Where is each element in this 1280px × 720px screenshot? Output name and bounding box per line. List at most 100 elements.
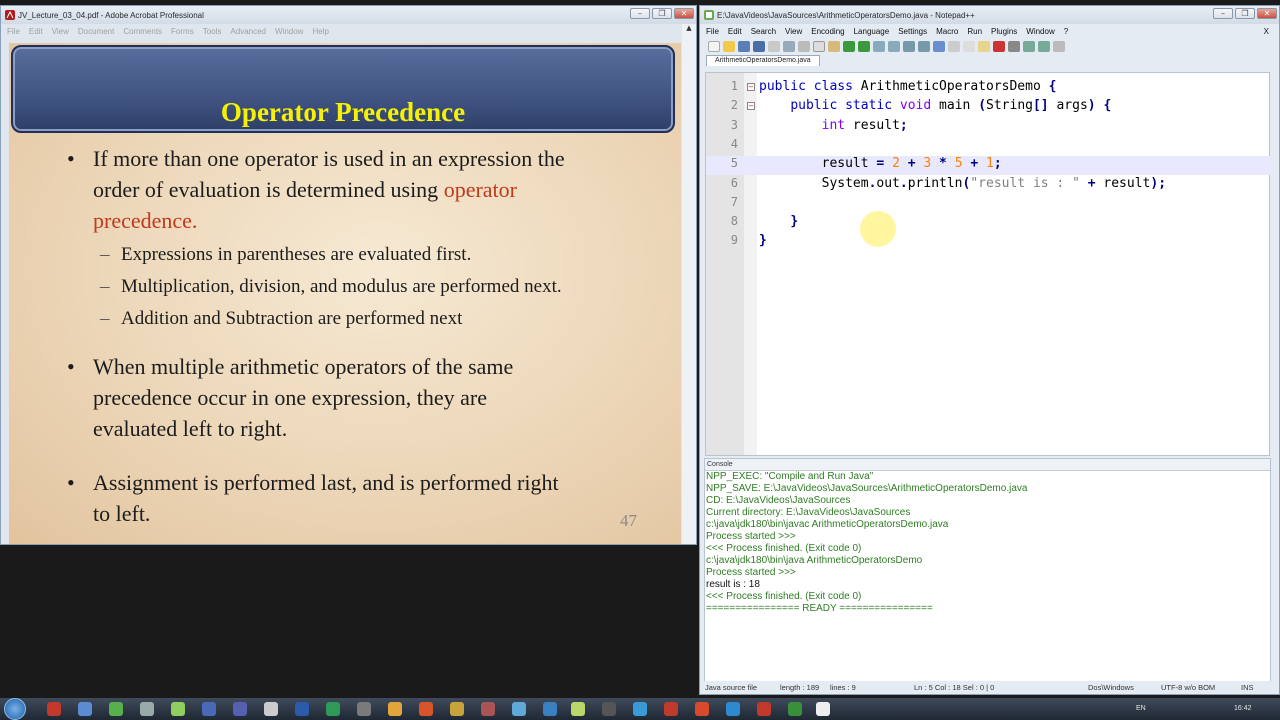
stop-macro-icon[interactable] bbox=[1008, 40, 1020, 52]
taskbar-app-icon[interactable] bbox=[140, 702, 154, 716]
sync-scroll-icon[interactable] bbox=[933, 40, 945, 52]
taskbar-app-icon[interactable] bbox=[233, 702, 247, 716]
code-line-5[interactable]: 5 result = 2 + 3 * 5 + 1; bbox=[706, 156, 1271, 176]
taskbar-app-icon[interactable] bbox=[788, 702, 802, 716]
code-line-6[interactable]: 6 System.out.println("result is : " + re… bbox=[706, 176, 1271, 195]
taskbar-app-icon[interactable] bbox=[202, 702, 216, 716]
language-indicator[interactable]: EN bbox=[1136, 705, 1146, 712]
print-icon[interactable] bbox=[783, 40, 795, 52]
menu-file[interactable]: File bbox=[706, 27, 719, 36]
close-file-icon[interactable] bbox=[768, 40, 780, 52]
menu-view[interactable]: View bbox=[52, 27, 69, 36]
close-button[interactable]: ✕ bbox=[674, 8, 694, 19]
taskbar-app-icon[interactable] bbox=[78, 702, 92, 716]
all-chars-icon[interactable] bbox=[963, 40, 975, 52]
menu-window[interactable]: Window bbox=[275, 27, 303, 36]
new-file-icon[interactable] bbox=[708, 40, 720, 52]
taskbar-app-icon[interactable] bbox=[602, 702, 616, 716]
notepadpp-taskbar-icon[interactable] bbox=[571, 702, 585, 716]
chrome-icon[interactable] bbox=[695, 702, 709, 716]
start-button[interactable] bbox=[4, 698, 26, 720]
taskbar-app-icon[interactable] bbox=[512, 702, 526, 716]
menu-document[interactable]: Document bbox=[78, 27, 114, 36]
cut-icon[interactable] bbox=[798, 40, 810, 52]
taskbar-app-icon[interactable] bbox=[543, 702, 557, 716]
cmd-icon[interactable] bbox=[816, 702, 830, 716]
fold-collapse-icon[interactable]: − bbox=[747, 83, 755, 91]
close-button[interactable]: ✕ bbox=[1257, 8, 1277, 19]
code-line-4[interactable]: 4 bbox=[706, 137, 1271, 156]
menu-encoding[interactable]: Encoding bbox=[811, 27, 844, 36]
menu-settings[interactable]: Settings bbox=[898, 27, 927, 36]
save-all-icon[interactable] bbox=[753, 40, 765, 52]
menu-window[interactable]: Window bbox=[1026, 27, 1054, 36]
zoom-out-icon[interactable] bbox=[918, 40, 930, 52]
taskbar-app-icon[interactable] bbox=[450, 702, 464, 716]
taskbar-app-icon[interactable] bbox=[264, 702, 278, 716]
menu-edit[interactable]: Edit bbox=[728, 27, 742, 36]
copy-icon[interactable] bbox=[813, 40, 825, 52]
menu-view[interactable]: View bbox=[785, 27, 802, 36]
clock[interactable]: 16:42 bbox=[1234, 705, 1252, 712]
menu-comments[interactable]: Comments bbox=[123, 27, 162, 36]
code-line-1[interactable]: 1 public class ArithmeticOperatorsDemo { bbox=[706, 79, 1271, 98]
word-icon[interactable] bbox=[295, 702, 309, 716]
menu-help[interactable]: Help bbox=[312, 27, 328, 36]
npp-titlebar[interactable]: E:\JavaVideos\JavaSources\ArithmeticOper… bbox=[700, 6, 1279, 24]
maximize-button[interactable]: ❐ bbox=[1235, 8, 1255, 19]
taskbar-app-icon[interactable] bbox=[326, 702, 340, 716]
replace-icon[interactable] bbox=[888, 40, 900, 52]
taskbar-app-icon[interactable] bbox=[419, 702, 433, 716]
run-macro-multiple-icon[interactable] bbox=[1038, 40, 1050, 52]
menu-tools[interactable]: Tools bbox=[203, 27, 222, 36]
taskbar-app-icon[interactable] bbox=[109, 702, 123, 716]
taskbar-app-icon[interactable] bbox=[171, 702, 185, 716]
record-macro-icon[interactable] bbox=[993, 40, 1005, 52]
menu-edit[interactable]: Edit bbox=[29, 27, 43, 36]
menu-advanced[interactable]: Advanced bbox=[230, 27, 266, 36]
bullet-dot-icon: • bbox=[67, 354, 75, 379]
minimize-button[interactable]: – bbox=[630, 8, 650, 19]
menu-macro[interactable]: Macro bbox=[936, 27, 958, 36]
taskbar-app-icon[interactable] bbox=[481, 702, 495, 716]
taskbar-app-icon[interactable] bbox=[388, 702, 402, 716]
menu-language[interactable]: Language bbox=[854, 27, 890, 36]
zoom-in-icon[interactable] bbox=[903, 40, 915, 52]
open-file-icon[interactable] bbox=[723, 40, 735, 52]
taskbar-app-icon[interactable] bbox=[357, 702, 371, 716]
code-line-9[interactable]: 9} bbox=[706, 233, 1271, 252]
undo-icon[interactable] bbox=[843, 40, 855, 52]
save-icon[interactable] bbox=[738, 40, 750, 52]
wrap-icon[interactable] bbox=[948, 40, 960, 52]
scroll-up-icon[interactable]: ▲ bbox=[682, 24, 696, 32]
acrobat-taskbar-icon[interactable] bbox=[757, 702, 771, 716]
menu-search[interactable]: Search bbox=[751, 27, 776, 36]
code-line-2[interactable]: 2 public static void main (String[] args… bbox=[706, 98, 1271, 117]
taskbar-app-icon[interactable] bbox=[726, 702, 740, 716]
taskbar-app-icon[interactable] bbox=[47, 702, 61, 716]
menu-plugins[interactable]: Plugins bbox=[991, 27, 1017, 36]
save-macro-icon[interactable] bbox=[1053, 40, 1065, 52]
menu-file[interactable]: File bbox=[7, 27, 20, 36]
acrobat-titlebar[interactable]: JV_Lecture_03_04.pdf - Adobe Acrobat Pro… bbox=[1, 6, 696, 24]
minimize-button[interactable]: – bbox=[1213, 8, 1233, 19]
fold-collapse-icon[interactable]: − bbox=[747, 102, 755, 110]
taskbar-app-icon[interactable] bbox=[664, 702, 678, 716]
code-line-8[interactable]: 8 } bbox=[706, 214, 1271, 233]
menu-forms[interactable]: Forms bbox=[171, 27, 194, 36]
close-doc-icon[interactable]: X bbox=[1264, 27, 1269, 36]
code-line-7[interactable]: 7 bbox=[706, 195, 1271, 214]
code-line-3[interactable]: 3 int result; bbox=[706, 118, 1271, 137]
paste-icon[interactable] bbox=[828, 40, 840, 52]
menu-run[interactable]: Run bbox=[967, 27, 982, 36]
redo-icon[interactable] bbox=[858, 40, 870, 52]
taskbar-app-icon[interactable] bbox=[633, 702, 647, 716]
tab-arithmetic-operators-demo[interactable]: ArithmeticOperatorsDemo.java bbox=[706, 55, 820, 66]
code-editor[interactable]: 1 public class ArithmeticOperatorsDemo { … bbox=[705, 72, 1271, 456]
find-icon[interactable] bbox=[873, 40, 885, 52]
acrobat-scrollbar[interactable]: ▲ bbox=[682, 24, 696, 544]
restore-button[interactable]: ❐ bbox=[652, 8, 672, 19]
menu-help[interactable]: ? bbox=[1064, 27, 1068, 36]
indent-guide-icon[interactable] bbox=[978, 40, 990, 52]
play-macro-icon[interactable] bbox=[1023, 40, 1035, 52]
